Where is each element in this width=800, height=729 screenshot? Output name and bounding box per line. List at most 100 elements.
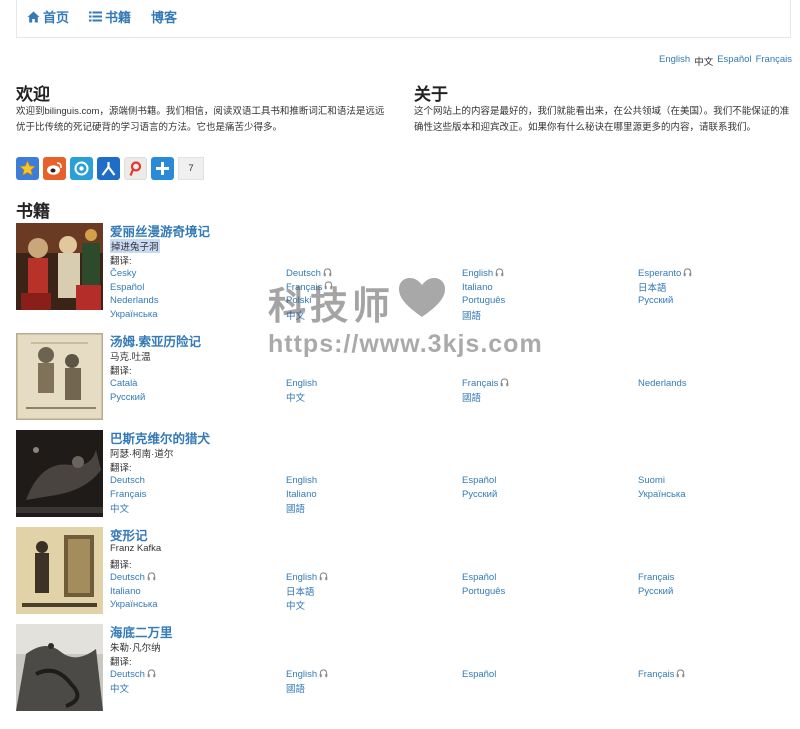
translation-language: Español (110, 281, 145, 293)
translation-link[interactable]: Italiano (286, 488, 462, 502)
renren-share-button[interactable] (97, 157, 120, 180)
translation-link[interactable]: Русский (638, 585, 790, 599)
translation-link[interactable]: English (286, 571, 462, 585)
translation-link[interactable]: Português (462, 585, 638, 599)
translations-grid: Deutsch English Español Français Italiano 日本語… (110, 571, 790, 612)
translation-language: Українська (638, 488, 686, 500)
weibo-share-button[interactable] (43, 157, 66, 180)
translation-link[interactable]: Français (638, 668, 790, 682)
translation-link[interactable]: English (462, 267, 638, 281)
book-title-link[interactable]: 巴斯克维尔的猎犬 (110, 428, 210, 447)
translations-grid: Català English Français Nederlands Русский 中文… (110, 377, 790, 404)
more-share-button[interactable] (151, 157, 174, 180)
translation-link[interactable]: 中文 (286, 308, 462, 322)
translations-grid: Deutsch English Español Suomi Français Italia… (110, 474, 790, 515)
translation-link[interactable]: Français (462, 377, 638, 391)
translation-link[interactable]: Deutsch (110, 474, 286, 488)
translation-link[interactable]: Українська (638, 488, 790, 502)
translation-link[interactable]: 中文 (110, 501, 286, 515)
translation-link[interactable]: Français (286, 281, 462, 295)
translation-language: Français (286, 281, 323, 293)
translation-language: 國語 (462, 310, 482, 322)
book-cover-image[interactable] (16, 223, 103, 310)
book-cover-image[interactable] (16, 430, 103, 517)
headphones-icon (676, 669, 685, 681)
tencent-weibo-icon (129, 161, 142, 176)
language-switcher: English 中文 Español Français (659, 54, 792, 68)
translation-link[interactable]: Español (462, 474, 638, 488)
translation-link[interactable]: Русский (638, 294, 790, 308)
translation-language: Deutsch (110, 475, 145, 487)
translation-link[interactable]: Français (638, 571, 790, 585)
translation-link[interactable]: Česky (110, 267, 286, 281)
qzone-share-button[interactable] (70, 157, 93, 180)
translation-link[interactable]: 國語 (286, 682, 462, 695)
book-title-link[interactable]: 爱丽丝漫游奇境记 (110, 221, 210, 240)
translation-language: Deutsch (286, 268, 321, 280)
translation-link[interactable]: 日本語 (638, 281, 790, 294)
translation-link[interactable]: Українська (110, 598, 286, 612)
translation-link[interactable]: Polski (286, 294, 462, 308)
translation-link[interactable]: 日本語 (286, 585, 462, 598)
translation-link[interactable]: Nederlands (638, 377, 790, 391)
translation-link[interactable]: 國語 (462, 308, 638, 322)
translation-link[interactable]: Українська (110, 308, 286, 322)
translation-link[interactable]: Français (110, 488, 286, 502)
translation-link[interactable]: English (286, 668, 462, 682)
translation-link[interactable]: 中文 (286, 598, 462, 612)
book-title-link[interactable]: 变形记 (110, 525, 148, 544)
lang-spanish-link[interactable]: Español (717, 54, 751, 68)
translation-language: Русский (462, 488, 498, 500)
translation-link[interactable]: 國語 (462, 391, 638, 404)
translation-link[interactable]: English (286, 474, 462, 488)
book-author: 朱勒·凡尔纳 (110, 643, 161, 654)
translation-link[interactable]: Русский (110, 391, 286, 405)
translation-link[interactable]: Español (462, 668, 638, 682)
book-cover-image[interactable] (16, 333, 103, 420)
lang-french-link[interactable]: Français (756, 54, 792, 68)
translation-link[interactable]: 國語 (286, 501, 462, 515)
translation-language: Русский (110, 391, 146, 403)
translation-link[interactable]: Italiano (110, 585, 286, 599)
translation-language: Italiano (462, 281, 493, 293)
translation-language: Українська (110, 599, 158, 611)
book-author: 马克.吐温 (110, 352, 151, 363)
translation-link[interactable]: Español (110, 281, 286, 295)
translation-language: English (286, 475, 318, 487)
translations-label: 翻译: (110, 463, 132, 474)
translation-language: Català (110, 378, 138, 390)
nav-blog-link[interactable]: 博客 (151, 7, 177, 26)
favorite-star-share-button[interactable] (16, 157, 39, 180)
nav-books-link[interactable]: 书籍 (89, 7, 131, 26)
translation-link[interactable]: Español (462, 571, 638, 585)
translation-link[interactable]: Esperanto (638, 267, 790, 281)
translation-link[interactable]: Deutsch (110, 668, 286, 682)
book-cover-image[interactable] (16, 527, 103, 614)
translation-link[interactable]: Deutsch (286, 267, 462, 281)
translation-link[interactable]: Italiano (462, 281, 638, 295)
translation-language: Українська (110, 309, 158, 321)
book-cover-image[interactable] (16, 624, 103, 711)
book-title-link[interactable]: 汤姆.索亚历险记 (110, 331, 201, 350)
translation-language: Nederlands (110, 295, 159, 307)
translation-link[interactable]: 中文 (110, 682, 286, 695)
lang-english-link[interactable]: English (659, 54, 690, 68)
nav-home-link[interactable]: 首页 (27, 7, 69, 26)
qzone-icon (74, 161, 89, 176)
translation-language: 中文 (286, 600, 306, 612)
book-title-link[interactable]: 海底二万里 (110, 622, 173, 641)
translation-link[interactable]: Português (462, 294, 638, 308)
headphones-icon (683, 268, 692, 280)
translations-grid: Deutsch English Español Français 中文 國語 (110, 668, 790, 695)
translation-link[interactable]: Suomi (638, 474, 790, 488)
translation-link[interactable]: Nederlands (110, 294, 286, 308)
translation-link[interactable]: Русский (462, 488, 638, 502)
translation-link[interactable]: English (286, 377, 462, 391)
book-author: 掉进兔子洞 (110, 239, 160, 253)
translation-link[interactable]: Català (110, 377, 286, 391)
list-icon (89, 11, 102, 22)
translation-link[interactable]: 中文 (286, 391, 462, 404)
tencent-weibo-share-button[interactable] (124, 157, 147, 180)
translation-language: Česky (110, 268, 137, 280)
translation-link[interactable]: Deutsch (110, 571, 286, 585)
